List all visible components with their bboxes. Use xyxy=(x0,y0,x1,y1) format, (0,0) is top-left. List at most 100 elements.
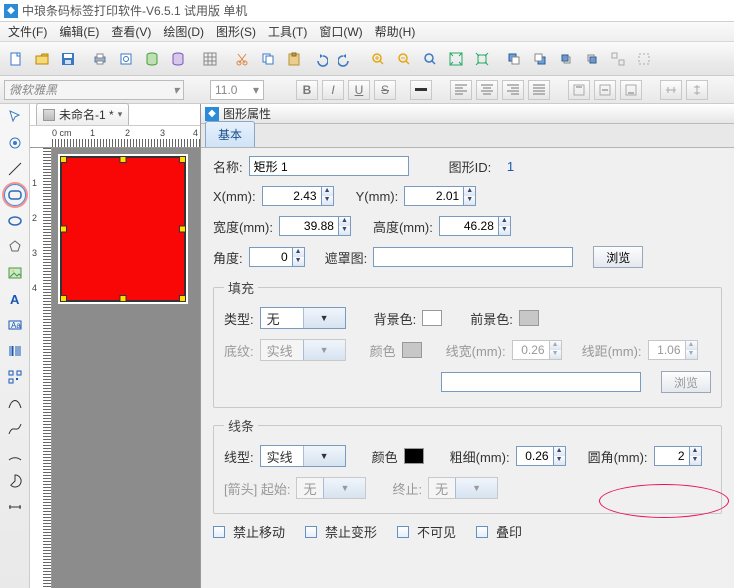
input-thickness[interactable] xyxy=(516,446,554,466)
resize-handle[interactable] xyxy=(60,295,67,302)
align-justify-button[interactable] xyxy=(528,80,550,100)
tb-cut[interactable] xyxy=(230,47,254,71)
tb-back[interactable] xyxy=(528,47,552,71)
input-y[interactable] xyxy=(404,186,464,206)
align-left-button[interactable] xyxy=(450,80,472,100)
menu-help[interactable]: 帮助(H) xyxy=(371,22,420,41)
tb-print[interactable] xyxy=(88,47,112,71)
tool-bezier[interactable] xyxy=(4,418,26,440)
menu-window[interactable]: 窗口(W) xyxy=(315,22,366,41)
menu-draw[interactable]: 绘图(D) xyxy=(159,22,208,41)
spinner[interactable]: ▲▼ xyxy=(499,216,511,236)
tb-grid[interactable] xyxy=(198,47,222,71)
text-color-button[interactable] xyxy=(410,80,432,100)
line-color-swatch[interactable] xyxy=(404,448,424,464)
checkbox-overlay[interactable] xyxy=(476,526,488,538)
tool-rounded-rect[interactable] xyxy=(4,184,26,206)
tb-new[interactable] xyxy=(4,47,28,71)
italic-button[interactable]: I xyxy=(322,80,344,100)
tb-ungroup[interactable] xyxy=(632,47,656,71)
tool-polygon[interactable] xyxy=(4,236,26,258)
tab-basic[interactable]: 基本 xyxy=(205,121,255,147)
align-center-button[interactable] xyxy=(476,80,498,100)
tb-backward[interactable] xyxy=(580,47,604,71)
spinner[interactable]: ▲▼ xyxy=(554,446,566,466)
valign-top-button[interactable] xyxy=(568,80,590,100)
tb-zoom-in[interactable] xyxy=(366,47,390,71)
menu-shape[interactable]: 图形(S) xyxy=(212,22,260,41)
font-name-combo[interactable]: 微软雅黑▾ xyxy=(4,80,184,100)
resize-handle[interactable] xyxy=(120,156,127,163)
resize-handle[interactable] xyxy=(120,295,127,302)
resize-handle[interactable] xyxy=(179,226,186,233)
resize-handle[interactable] xyxy=(179,156,186,163)
valign-mid-button[interactable] xyxy=(594,80,616,100)
input-name[interactable] xyxy=(249,156,409,176)
menu-view[interactable]: 查看(V) xyxy=(107,22,155,41)
tb-front[interactable] xyxy=(502,47,526,71)
doc-tab[interactable]: 未命名-1 * ▾ xyxy=(36,103,129,125)
tool-ellipse[interactable] xyxy=(4,210,26,232)
bg-color-swatch[interactable] xyxy=(422,310,442,326)
checkbox-hidden[interactable] xyxy=(397,526,409,538)
tool-hand[interactable] xyxy=(4,132,26,154)
tb-forward[interactable] xyxy=(554,47,578,71)
align-right-button[interactable] xyxy=(502,80,524,100)
spinner[interactable]: ▲▼ xyxy=(690,446,702,466)
valign-bot-button[interactable] xyxy=(620,80,642,100)
tb-copy[interactable] xyxy=(256,47,280,71)
spinner[interactable]: ▲▼ xyxy=(464,186,476,206)
font-size-combo[interactable]: 11.0▾ xyxy=(210,80,264,100)
fg-color-swatch[interactable] xyxy=(519,310,539,326)
rectangle-object[interactable] xyxy=(60,156,186,302)
tool-pie[interactable] xyxy=(4,470,26,492)
tb-open[interactable] xyxy=(30,47,54,71)
menu-file[interactable]: 文件(F) xyxy=(4,22,51,41)
combo-linetype[interactable]: 实线▼ xyxy=(260,445,346,467)
tb-export[interactable] xyxy=(166,47,190,71)
input-height[interactable] xyxy=(439,216,499,236)
strike-button[interactable]: S xyxy=(374,80,396,100)
checkbox-lock-shape[interactable] xyxy=(305,526,317,538)
input-x[interactable] xyxy=(262,186,322,206)
input-corner[interactable] xyxy=(654,446,690,466)
tool-richtext[interactable]: Aa xyxy=(4,314,26,336)
tb-fit-all[interactable] xyxy=(444,47,468,71)
tb-save[interactable] xyxy=(56,47,80,71)
menu-edit[interactable]: 编辑(E) xyxy=(55,22,103,41)
tool-line[interactable] xyxy=(4,158,26,180)
tool-image[interactable] xyxy=(4,262,26,284)
tb-group[interactable] xyxy=(606,47,630,71)
input-mask[interactable] xyxy=(373,247,573,267)
tb-fit-sel[interactable] xyxy=(470,47,494,71)
tb-undo[interactable] xyxy=(308,47,332,71)
tb-redo[interactable] xyxy=(334,47,358,71)
browse-button[interactable]: 浏览 xyxy=(593,246,643,268)
canvas[interactable] xyxy=(52,148,200,588)
tool-qrcode[interactable] xyxy=(4,366,26,388)
tool-text[interactable]: A xyxy=(4,288,26,310)
spinner[interactable]: ▲▼ xyxy=(322,186,334,206)
spinner[interactable]: ▲▼ xyxy=(293,247,305,267)
input-width[interactable] xyxy=(279,216,339,236)
tool-barcode[interactable] xyxy=(4,340,26,362)
resize-handle[interactable] xyxy=(60,226,67,233)
tool-select[interactable] xyxy=(4,106,26,128)
menu-tools[interactable]: 工具(T) xyxy=(264,22,311,41)
bold-button[interactable]: B xyxy=(296,80,318,100)
resize-handle[interactable] xyxy=(60,156,67,163)
tool-curve[interactable] xyxy=(4,392,26,414)
tb-preview[interactable] xyxy=(114,47,138,71)
tb-paste[interactable] xyxy=(282,47,306,71)
dist-horz-button[interactable] xyxy=(660,80,682,100)
underline-button[interactable]: U xyxy=(348,80,370,100)
dist-vert-button[interactable] xyxy=(686,80,708,100)
combo-fill-type[interactable]: 无▼ xyxy=(260,307,346,329)
checkbox-lock-move[interactable] xyxy=(213,526,225,538)
tool-arc[interactable] xyxy=(4,444,26,466)
tb-zoom-out[interactable] xyxy=(392,47,416,71)
resize-handle[interactable] xyxy=(179,295,186,302)
tool-dims[interactable] xyxy=(4,496,26,518)
tb-db[interactable] xyxy=(140,47,164,71)
input-angle[interactable] xyxy=(249,247,293,267)
